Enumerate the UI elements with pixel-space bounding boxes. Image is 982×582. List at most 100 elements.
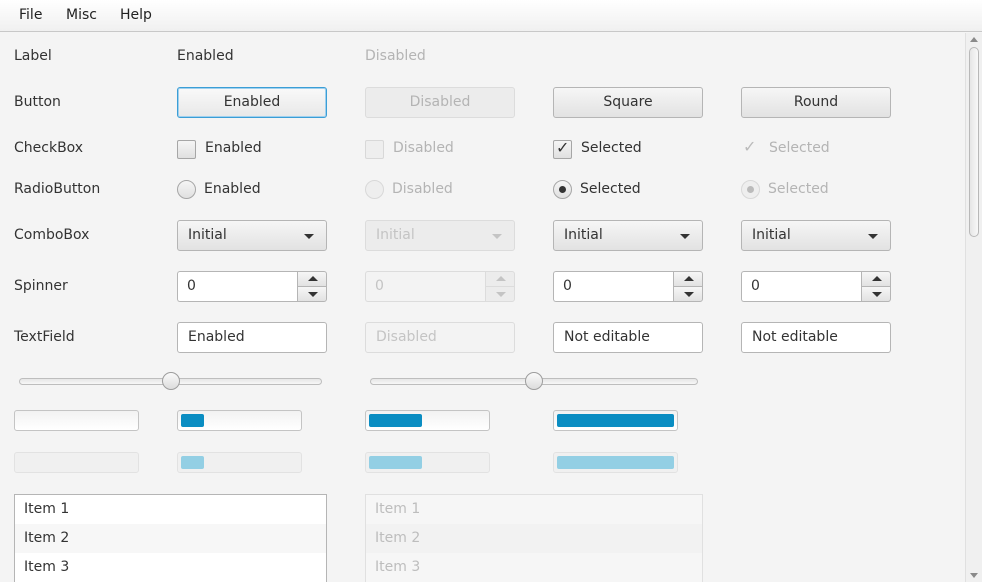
checkbox-selected-disabled: ✓ [741, 137, 760, 159]
list-item: Item 2 [366, 524, 702, 553]
list-item[interactable]: Item 3 [15, 553, 326, 582]
radio-dot-icon [747, 186, 754, 193]
combobox-value: Initial [376, 227, 415, 243]
spinner-4: 0 [741, 271, 891, 302]
progress-fill [369, 414, 422, 427]
textfield-readonly-1[interactable]: Not editable [553, 322, 703, 353]
row-label-button: Button [14, 94, 61, 110]
menu-misc[interactable]: Misc [66, 7, 97, 23]
enabled-button[interactable]: Enabled [177, 87, 327, 118]
checkmark-icon: ✓ [556, 138, 570, 157]
combobox-1[interactable]: Initial [177, 220, 327, 251]
spinner-input[interactable]: 0 [177, 271, 297, 302]
radio-disabled-label: Disabled [392, 181, 453, 197]
checkmark-icon: ✓ [743, 137, 757, 156]
progress-bar-full [553, 410, 678, 431]
arrow-down-icon [308, 292, 318, 297]
progress-fill [557, 456, 674, 469]
progress-bar-empty [14, 410, 139, 431]
radio-dot-icon [559, 186, 566, 193]
combobox-3[interactable]: Initial [553, 220, 703, 251]
scroll-down-icon[interactable] [970, 573, 978, 578]
progress-bar-full-disabled [553, 452, 678, 473]
spinner-decrement-button[interactable] [861, 286, 891, 302]
spinner-input[interactable]: 0 [741, 271, 861, 302]
spinner-decrement-button [485, 286, 515, 302]
checkbox-disabled-label: Disabled [393, 140, 454, 156]
radio-selected[interactable] [553, 180, 572, 199]
spinner-increment-button [485, 271, 515, 287]
spinner-decrement-button[interactable] [673, 286, 703, 302]
arrow-down-icon [496, 292, 506, 297]
checkbox-enabled-label: Enabled [205, 140, 262, 156]
controls-panel: Label Enabled Disabled Button Enabled Di… [0, 33, 965, 582]
checkbox-disabled [365, 140, 384, 159]
combobox-value: Initial [564, 227, 603, 243]
combobox-4[interactable]: Initial [741, 220, 891, 251]
slider-2-thumb[interactable] [525, 372, 543, 390]
progress-fill [369, 456, 422, 469]
spinner-increment-button[interactable] [673, 271, 703, 287]
radio-selected-disabled-label: Selected [768, 181, 829, 197]
combobox-disabled: Initial [365, 220, 515, 251]
textfield-disabled: Disabled [365, 322, 515, 353]
checkbox-selected[interactable]: ✓ [553, 138, 572, 159]
arrow-up-icon [872, 276, 882, 281]
progress-bar-mid [365, 410, 490, 431]
spinner-increment-button[interactable] [297, 271, 327, 287]
checkbox-enabled[interactable] [177, 140, 196, 159]
progress-fill [557, 414, 674, 427]
list-item[interactable]: Item 1 [15, 495, 326, 524]
arrow-down-icon [872, 292, 882, 297]
progress-bar-low-disabled [177, 452, 302, 473]
menu-file[interactable]: File [19, 7, 42, 23]
row-label-label: Label [14, 48, 52, 64]
spinner-3: 0 [553, 271, 703, 302]
arrow-up-icon [308, 276, 318, 281]
row-label-radiobutton: RadioButton [14, 181, 101, 197]
scroll-thumb[interactable] [969, 47, 979, 237]
scroll-up-icon[interactable] [970, 37, 978, 42]
square-button[interactable]: Square [553, 87, 703, 118]
arrow-up-icon [684, 276, 694, 281]
list-enabled: Item 1 Item 2 Item 3 [14, 494, 327, 582]
list-item[interactable]: Item 2 [15, 524, 326, 553]
spinner-increment-button[interactable] [861, 271, 891, 287]
checkbox-selected-disabled-label: Selected [769, 140, 830, 156]
list-item: Item 3 [375, 559, 421, 575]
spinner-input[interactable]: 0 [553, 271, 673, 302]
progress-bar-low [177, 410, 302, 431]
radio-enabled-label: Enabled [204, 181, 261, 197]
vertical-scrollbar[interactable] [965, 33, 982, 582]
chevron-down-icon [492, 234, 502, 239]
radio-selected-disabled [741, 180, 760, 199]
chevron-down-icon [680, 234, 690, 239]
round-button[interactable]: Round [741, 87, 891, 118]
row-label-checkbox: CheckBox [14, 140, 84, 156]
row-label-textfield: TextField [14, 329, 75, 345]
spinner-decrement-button[interactable] [297, 286, 327, 302]
textfield-readonly-2[interactable]: Not editable [741, 322, 891, 353]
textfield-enabled[interactable]: Enabled [177, 322, 327, 353]
slider-1-thumb[interactable] [161, 372, 180, 390]
row-label-combobox: ComboBox [14, 227, 90, 243]
arrow-down-icon [684, 292, 694, 297]
menu-help[interactable]: Help [120, 7, 152, 23]
radio-selected-label: Selected [580, 181, 641, 197]
list-item: Item 1 [375, 501, 421, 517]
progress-fill [181, 456, 204, 469]
combobox-value: Initial [188, 227, 227, 243]
spinner-1: 0 [177, 271, 327, 302]
progress-bar-mid-disabled [365, 452, 490, 473]
chevron-down-icon [868, 234, 878, 239]
chevron-down-icon [304, 234, 314, 239]
disabled-button: Disabled [365, 87, 515, 118]
progress-fill [181, 414, 204, 427]
label-disabled: Disabled [365, 48, 426, 64]
combobox-value: Initial [752, 227, 791, 243]
menu-bar: File Misc Help [0, 0, 982, 32]
spinner-disabled: 0 [365, 271, 515, 302]
progress-bar-empty-disabled [14, 452, 139, 473]
arrow-up-icon [496, 276, 506, 281]
radio-enabled[interactable] [177, 180, 196, 199]
